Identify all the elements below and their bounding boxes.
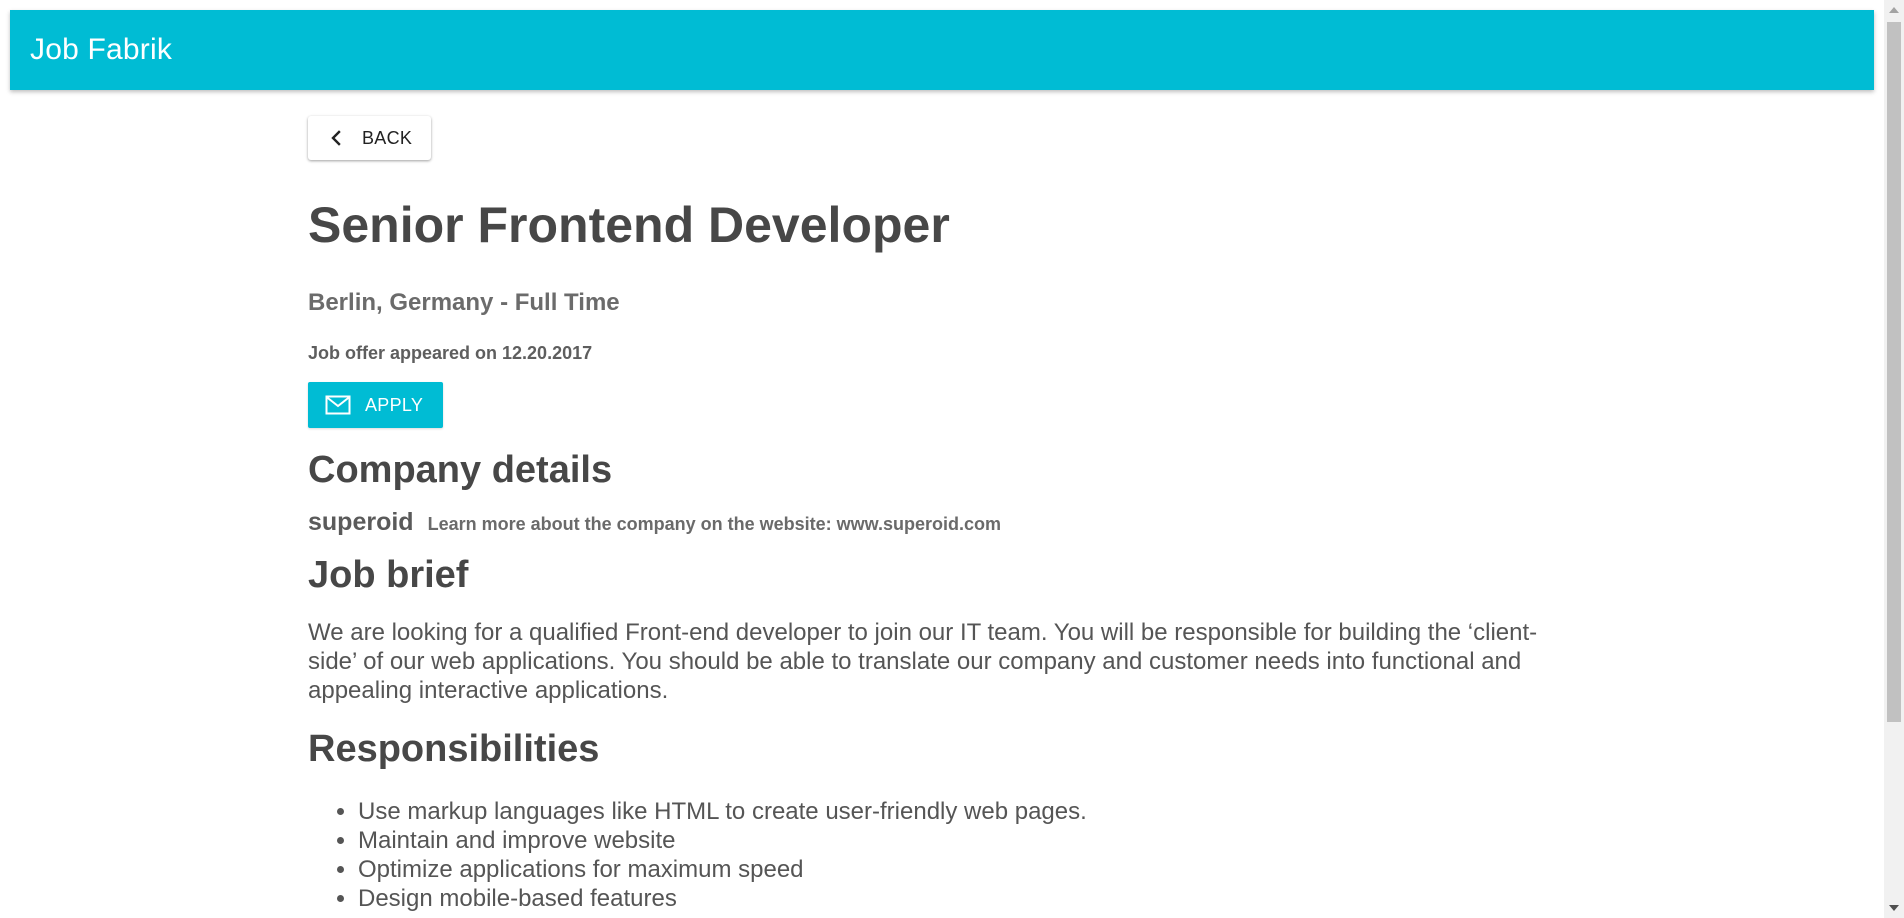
- company-details-heading: Company details: [308, 449, 613, 491]
- list-item: Use markup languages like HTML to create…: [358, 797, 1608, 826]
- scroll-up-arrow-icon[interactable]: [1884, 0, 1904, 20]
- scroll-down-arrow-icon[interactable]: [1884, 898, 1904, 918]
- job-posted-date: Job offer appeared on 12.20.2017: [308, 343, 593, 363]
- job-brief-text: We are looking for a qualified Front-end…: [308, 619, 1538, 705]
- page: Job Fabrik BACK Senior Frontend Develope…: [0, 0, 1904, 918]
- job-title: Senior Frontend Developer: [308, 197, 950, 253]
- list-item: Maintain and improve website: [358, 826, 1608, 855]
- list-item: Optimize applications for maximum speed: [358, 855, 1608, 884]
- scrollbar-thumb[interactable]: [1887, 22, 1901, 722]
- company-name: superoid: [308, 507, 414, 536]
- vertical-scrollbar[interactable]: [1884, 0, 1904, 918]
- apply-button[interactable]: APPLY: [308, 382, 444, 428]
- responsibilities-heading: Responsibilities: [308, 728, 600, 771]
- company-row: superoid Learn more about the company on…: [308, 508, 1608, 537]
- mail-icon: [325, 394, 353, 416]
- company-website-info: Learn more about the company on the webs…: [427, 513, 1001, 534]
- chevron-left-icon: [330, 130, 344, 146]
- responsibilities-list: Use markup languages like HTML to create…: [308, 797, 1608, 913]
- job-detail: BACK Senior Frontend Developer Berlin, G…: [308, 116, 1608, 913]
- job-brief-heading: Job brief: [308, 553, 469, 596]
- back-label: BACK: [362, 127, 413, 148]
- back-button[interactable]: BACK: [308, 116, 432, 160]
- app-bar: Job Fabrik: [10, 10, 1874, 90]
- apply-label: APPLY: [365, 394, 424, 415]
- job-location: Berlin, Germany - Full Time: [308, 289, 620, 316]
- list-item: Design mobile-based features: [358, 884, 1608, 913]
- app-title[interactable]: Job Fabrik: [30, 33, 172, 67]
